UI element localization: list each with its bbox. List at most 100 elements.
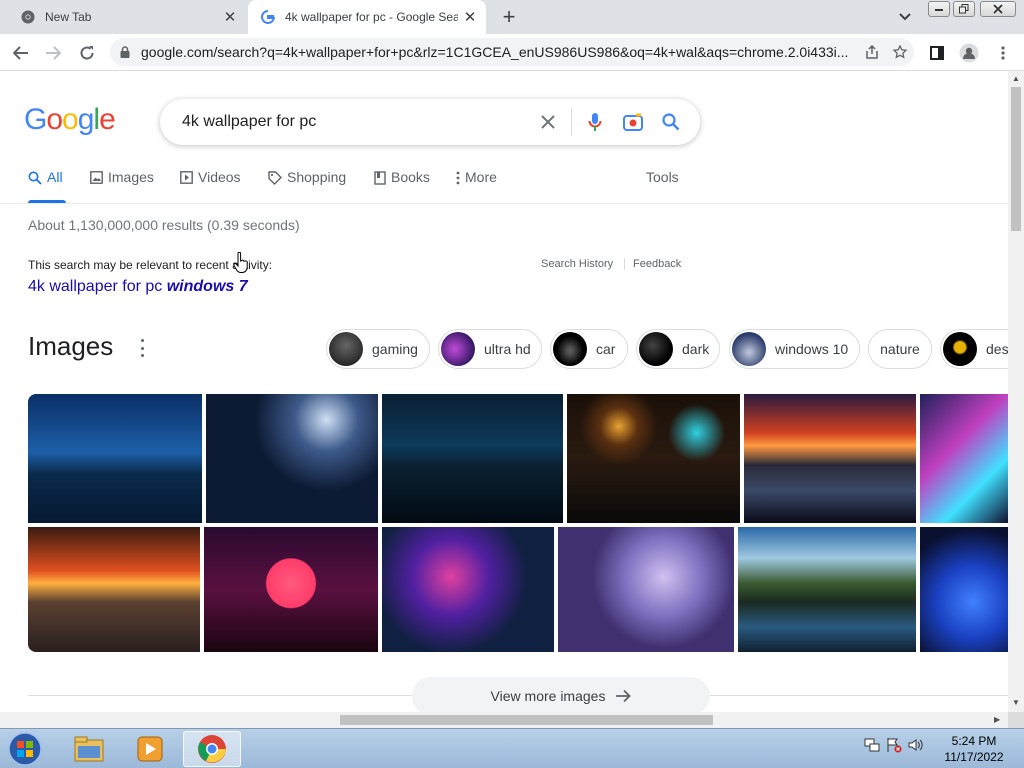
google-logo[interactable]: Google — [24, 103, 116, 137]
scrollbar-corner — [1008, 712, 1024, 728]
start-button[interactable] — [6, 731, 44, 767]
tab-title: New Tab — [45, 10, 92, 24]
images-options-icon[interactable] — [136, 339, 148, 357]
book-icon — [374, 171, 386, 185]
side-panel-icon[interactable] — [924, 40, 950, 66]
lens-camera-icon[interactable] — [614, 103, 652, 141]
tab-label: Images — [108, 169, 154, 185]
system-clock[interactable]: 5:24 PM 11/17/2022 — [934, 733, 1014, 765]
voice-search-mic-icon[interactable] — [576, 103, 614, 141]
view-more-images-button[interactable]: View more images — [412, 677, 710, 712]
tab-new-tab[interactable]: New Tab ✕ — [8, 0, 246, 34]
tab-label: Books — [391, 169, 430, 185]
image-result-cosmic-nebula[interactable] — [382, 527, 554, 652]
chip-label: des — [986, 341, 1008, 357]
chip-nature[interactable]: nature — [868, 329, 932, 369]
profile-avatar-icon[interactable] — [956, 40, 982, 66]
chip-gaming[interactable]: gaming — [326, 329, 430, 369]
reload-icon[interactable] — [74, 40, 100, 66]
search-box[interactable]: 4k wallpaper for pc — [160, 99, 700, 145]
tab-label: Shopping — [287, 169, 347, 185]
chip-label: car — [596, 341, 616, 357]
volume-icon[interactable] — [908, 737, 924, 758]
image-result-lake-forest[interactable] — [738, 527, 916, 652]
chip-thumbnail — [553, 332, 587, 366]
network-icon[interactable] — [864, 737, 880, 758]
view-more-label: View more images — [490, 688, 606, 704]
image-result-mountain-sunset[interactable] — [744, 394, 916, 523]
chip-des[interactable]: des — [940, 329, 1008, 369]
chrome-icon — [20, 9, 36, 25]
related-search-link[interactable]: 4k wallpaper for pc windows 7 — [28, 278, 248, 296]
image-result-planet-clouds[interactable] — [206, 394, 378, 523]
feedback-link[interactable]: Feedback — [624, 258, 681, 270]
image-result-purple-moon[interactable] — [558, 527, 734, 652]
system-tray — [864, 737, 924, 758]
tab-videos[interactable]: Videos — [180, 169, 241, 203]
clear-search-icon[interactable] — [529, 103, 567, 141]
vertical-scroll-thumb[interactable] — [1011, 87, 1021, 231]
suggestion-bold: windows 7 — [166, 278, 248, 295]
media-player-taskbar-icon[interactable] — [121, 731, 179, 767]
restore-button[interactable] — [953, 1, 975, 17]
tab-more[interactable]: More — [456, 169, 497, 203]
close-tab-icon[interactable]: ✕ — [218, 5, 242, 29]
images-heading: Images — [28, 331, 114, 361]
close-tab-icon[interactable]: ✕ — [458, 5, 482, 29]
minimize-button[interactable] — [928, 1, 950, 17]
action-center-flag-icon[interactable] — [886, 737, 902, 758]
play-icon — [180, 171, 193, 184]
image-result-sunset-road[interactable] — [28, 527, 200, 652]
image-result-neon-car[interactable] — [920, 394, 1008, 523]
search-magnifier-icon[interactable] — [652, 103, 690, 141]
bookmark-star-icon[interactable] — [886, 40, 914, 64]
logo-letter: G — [24, 103, 47, 136]
tab-shopping[interactable]: Shopping — [268, 169, 346, 203]
tab-all[interactable]: All — [28, 169, 66, 203]
horizontal-scroll-thumb[interactable] — [340, 715, 713, 725]
back-arrow-icon[interactable] — [8, 40, 34, 66]
search-tabs: All Images Videos Shopping Books More To… — [28, 169, 1008, 203]
scroll-down-arrow-icon[interactable]: ▼ — [1012, 698, 1020, 707]
share-icon[interactable] — [858, 40, 886, 64]
url-text[interactable]: google.com/search?q=4k+wallpaper+for+pc&… — [141, 44, 858, 60]
chip-windows-10[interactable]: windows 10 — [729, 329, 860, 369]
chip-ultra-hd[interactable]: ultra hd — [438, 329, 542, 369]
tab-google-search[interactable]: 4k wallpaper for pc - Google Sea ✕ — [248, 0, 486, 34]
image-result-city-bridge[interactable] — [28, 394, 202, 523]
tab-search-chevron-icon[interactable] — [894, 6, 916, 28]
suggestion-text: 4k wallpaper for pc — [28, 278, 167, 295]
tab-books[interactable]: Books — [374, 169, 430, 203]
address-bar[interactable]: google.com/search?q=4k+wallpaper+for+pc&… — [110, 38, 914, 66]
file-explorer-taskbar-icon[interactable] — [60, 731, 118, 767]
tools-button[interactable]: Tools — [646, 169, 679, 203]
horizontal-scrollbar[interactable]: ▶ — [0, 712, 1008, 728]
search-input[interactable]: 4k wallpaper for pc — [182, 113, 529, 131]
chip-thumbnail — [329, 332, 363, 366]
windows-taskbar: 5:24 PM 11/17/2022 — [0, 728, 1024, 768]
browser-toolbar: google.com/search?q=4k+wallpaper+for+pc&… — [0, 34, 1024, 71]
image-result-night-skyline[interactable] — [382, 394, 563, 523]
chip-label: dark — [682, 341, 710, 357]
chip-dark[interactable]: dark — [636, 329, 720, 369]
chrome-menu-icon[interactable] — [990, 40, 1016, 66]
chip-label: ultra hd — [484, 341, 531, 357]
forward-arrow-icon[interactable] — [40, 40, 66, 66]
close-window-button[interactable] — [980, 1, 1016, 17]
chip-label: nature — [880, 341, 920, 357]
search-results-page: Google 4k wallpaper for pc All Images Vi… — [0, 71, 1008, 712]
image-result-bokeh-street[interactable] — [567, 394, 740, 523]
tab-label: More — [465, 169, 497, 185]
chip-thumbnail — [441, 332, 475, 366]
chrome-taskbar-icon[interactable] — [183, 731, 241, 767]
mouse-cursor-hand-icon — [233, 251, 249, 279]
new-tab-plus-icon[interactable]: + — [496, 4, 522, 29]
tab-images[interactable]: Images — [90, 169, 154, 203]
search-history-link[interactable]: Search History — [541, 258, 613, 270]
image-result-windows-11[interactable] — [920, 527, 1008, 652]
chip-car[interactable]: car — [550, 329, 628, 369]
image-result-pink-sun[interactable] — [204, 527, 378, 652]
scroll-right-arrow-icon[interactable]: ▶ — [994, 715, 1000, 724]
vertical-scrollbar[interactable]: ▲ ▼ — [1008, 71, 1024, 712]
scroll-up-arrow-icon[interactable]: ▲ — [1012, 74, 1020, 83]
